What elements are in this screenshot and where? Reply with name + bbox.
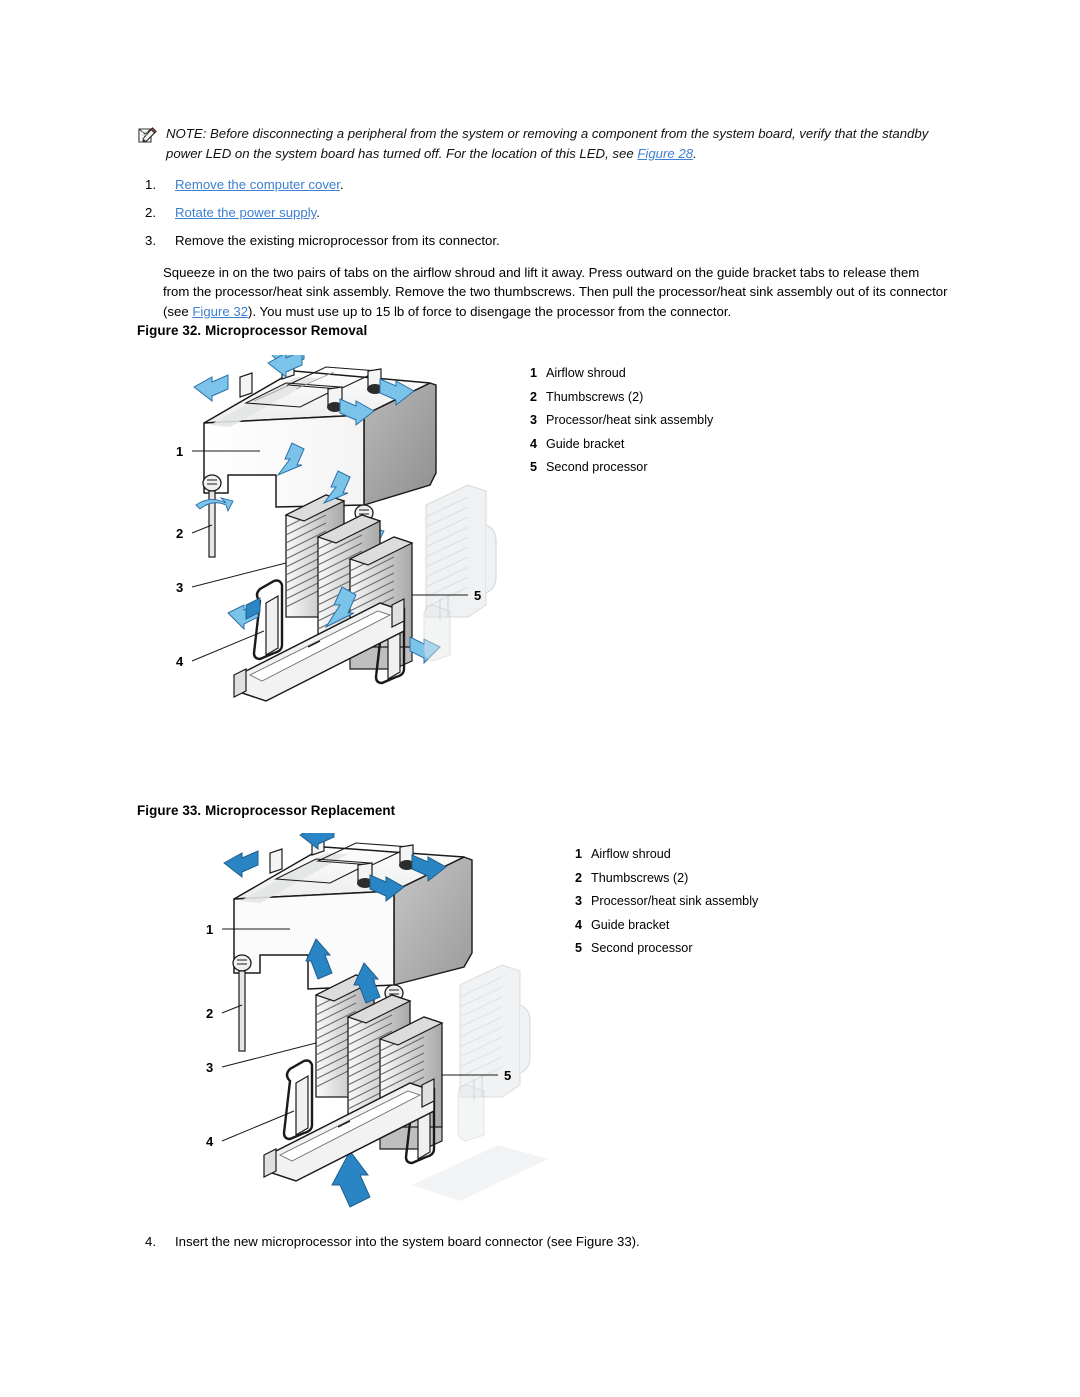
list-item: 3 Processor/heat sink assembly xyxy=(518,409,713,433)
list-item: 4 Guide bracket xyxy=(563,914,758,938)
note-text: NOTE: Before disconnecting a peripheral … xyxy=(166,124,948,163)
remove-computer-cover-link[interactable]: Remove the computer cover xyxy=(175,177,340,192)
legend-value: Airflow shroud xyxy=(546,366,626,380)
figure-33-legend: 1 Airflow shroud 2 Thumbscrews (2) 3 Pro… xyxy=(563,843,758,961)
legend-value: Processor/heat sink assembly xyxy=(591,894,759,908)
list-item: 2 Thumbscrews (2) xyxy=(563,867,758,891)
step-number: 2. xyxy=(145,205,156,220)
list-item: 5 Second processor xyxy=(518,456,713,480)
list-item: 4 Guide bracket xyxy=(518,433,713,457)
callout-2: 2 xyxy=(176,526,183,541)
legend-value: Thumbscrews (2) xyxy=(546,389,644,404)
step-number: 4. xyxy=(145,1234,156,1249)
step-tail: . xyxy=(339,177,344,192)
list-item: 3. Remove the existing microprocessor fr… xyxy=(140,231,950,250)
callout-5: 5 xyxy=(504,1068,511,1083)
rotate-power-supply-link[interactable]: Rotate the power supply xyxy=(175,205,316,220)
legend-key: 2 xyxy=(574,870,582,885)
airflow-shroud-art xyxy=(203,356,437,508)
legend-value: Second processor xyxy=(546,460,648,474)
note-pencil-icon xyxy=(136,126,158,146)
legend-key: 3 xyxy=(574,894,582,908)
callout-1: 1 xyxy=(206,922,213,937)
step-number: 3. xyxy=(145,233,156,248)
list-item: 5 Second processor xyxy=(563,937,758,961)
list-item: 1 Airflow shroud xyxy=(563,843,758,867)
legend-value: Second processor xyxy=(591,941,693,955)
callout-1: 1 xyxy=(176,444,183,459)
callout-4: 4 xyxy=(176,654,184,669)
note-body: NOTE: Before disconnecting a peripheral … xyxy=(166,126,929,161)
step-text: Remove the computer cover. xyxy=(175,175,950,194)
step-number: 1. xyxy=(145,177,156,192)
note-tail: . xyxy=(693,145,697,161)
paragraph-part-2: ). You must use up to 15 lb of force to … xyxy=(248,303,732,319)
legend-key: 5 xyxy=(574,941,582,955)
legend-value: Guide bracket xyxy=(546,436,625,451)
legend-key: 1 xyxy=(574,847,582,861)
list-item: 4. Insert the new microprocessor into th… xyxy=(140,1232,950,1251)
legend-value: Processor/heat sink assembly xyxy=(546,413,714,427)
list-item: 2 Thumbscrews (2) xyxy=(518,386,713,410)
note-figure-link[interactable]: Figure 28 xyxy=(637,146,693,161)
legend-key: 4 xyxy=(529,436,537,451)
legend-key: 3 xyxy=(529,413,537,427)
step-text: Remove the existing microprocessor from … xyxy=(175,233,500,248)
procedure-step-list: 1. Remove the computer cover. 2. Rotate … xyxy=(140,175,950,259)
figure-32-caption: Figure 32. Microprocessor Removal xyxy=(137,323,368,338)
step-text: Rotate the power supply. xyxy=(175,203,950,222)
figure-33-caption: Figure 33. Microprocessor Replacement xyxy=(137,803,396,818)
legend-value: Guide bracket xyxy=(591,917,670,932)
list-item: 1 Airflow shroud xyxy=(518,362,713,386)
list-item: 1. Remove the computer cover. xyxy=(140,175,950,194)
second-processor-art xyxy=(425,484,497,618)
legend-value: Airflow shroud xyxy=(591,847,671,861)
legend-value: Thumbscrews (2) xyxy=(591,870,689,885)
legend-key: 2 xyxy=(529,389,537,404)
note-callout: NOTE: Before disconnecting a peripheral … xyxy=(136,124,948,163)
legend-key: 5 xyxy=(529,460,537,474)
legend-key: 4 xyxy=(574,917,582,932)
callout-5: 5 xyxy=(474,588,481,603)
step-tail: . xyxy=(316,205,320,220)
figure-32-link[interactable]: Figure 32 xyxy=(192,304,248,319)
callout-3: 3 xyxy=(206,1060,213,1075)
callout-2: 2 xyxy=(206,1006,213,1021)
callout-4: 4 xyxy=(206,1134,214,1149)
procedure-paragraph: Squeeze in on the two pairs of tabs on t… xyxy=(163,263,948,321)
callout-3: 3 xyxy=(176,580,183,595)
airflow-shroud-art xyxy=(233,832,473,990)
list-item: 3 Processor/heat sink assembly xyxy=(563,890,758,914)
step-text: Insert the new microprocessor into the s… xyxy=(175,1234,640,1249)
figure-32-legend: 1 Airflow shroud 2 Thumbscrews (2) 3 Pro… xyxy=(518,362,713,480)
legend-key: 1 xyxy=(529,366,537,380)
document-page: NOTE: Before disconnecting a peripheral … xyxy=(0,0,1080,1397)
list-item: 2. Rotate the power supply. xyxy=(140,203,950,222)
second-processor-art xyxy=(459,964,531,1098)
